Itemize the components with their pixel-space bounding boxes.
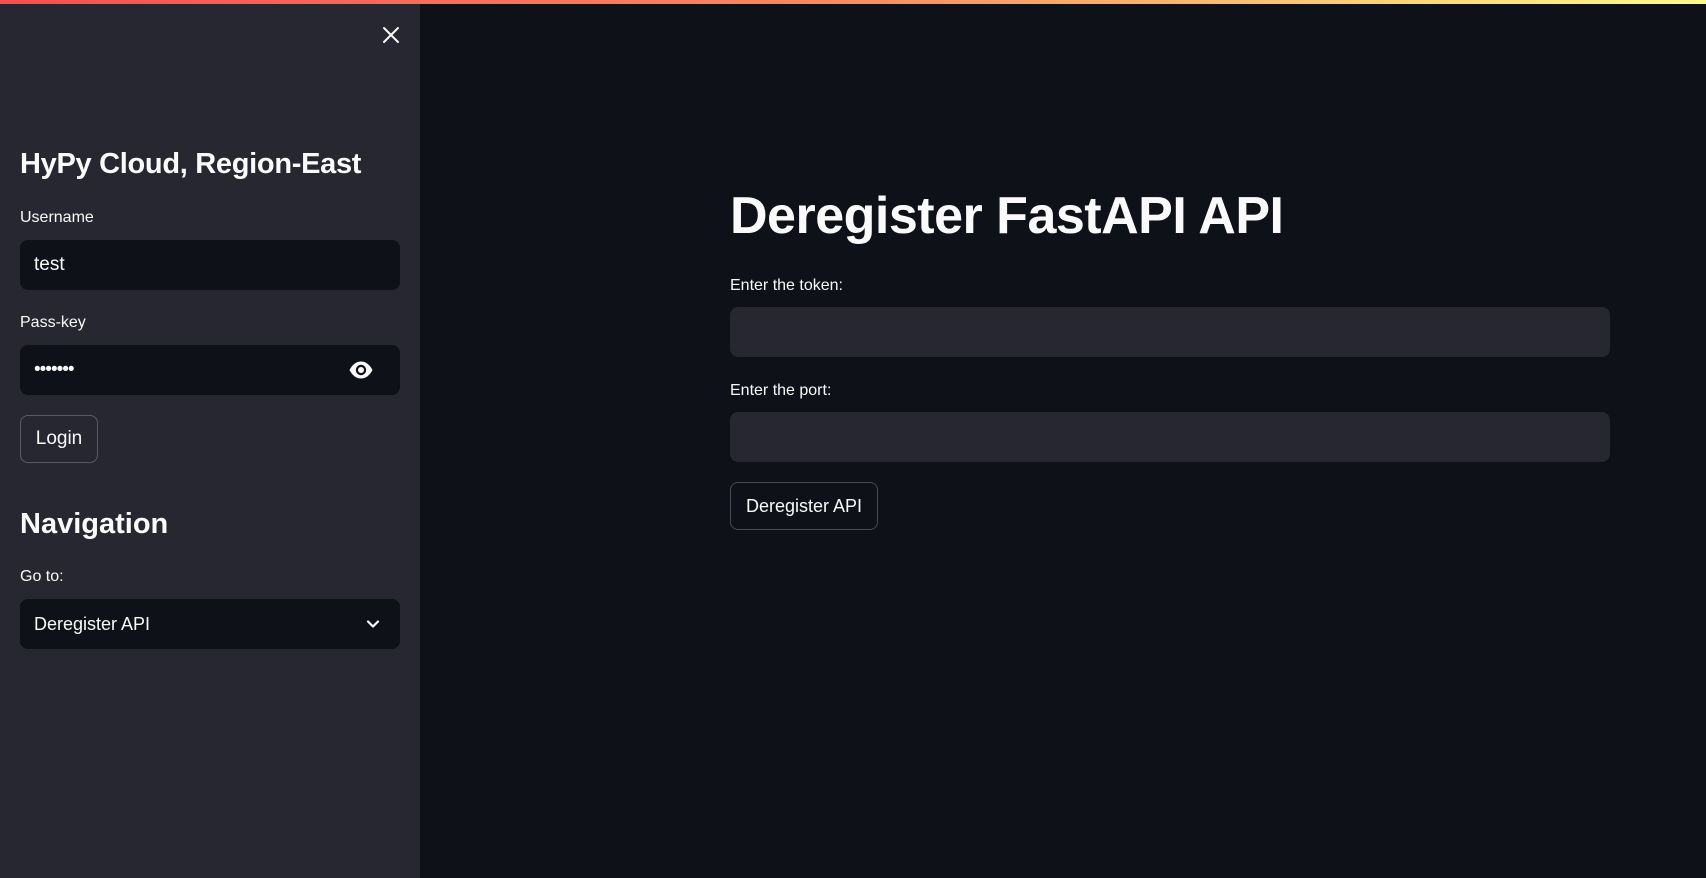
username-value: test bbox=[34, 254, 65, 275]
show-password-button[interactable] bbox=[348, 358, 374, 382]
passkey-value: ••••••• bbox=[34, 359, 75, 380]
username-label: Username bbox=[20, 209, 94, 226]
navigation-title: Navigation bbox=[20, 508, 169, 540]
navigation-select[interactable]: Deregister API bbox=[20, 599, 400, 649]
login-button[interactable]: Login bbox=[20, 415, 98, 463]
port-input[interactable] bbox=[730, 412, 1610, 462]
top-decoration-bar bbox=[0, 0, 1706, 4]
chevron-down-icon bbox=[366, 620, 380, 628]
sidebar: HyPy Cloud, Region-East Username test Pa… bbox=[0, 0, 420, 878]
close-icon bbox=[383, 27, 399, 43]
token-input[interactable] bbox=[730, 307, 1610, 357]
sidebar-title: HyPy Cloud, Region-East bbox=[20, 148, 362, 180]
page-title: Deregister FastAPI API bbox=[730, 187, 1284, 245]
token-label: Enter the token: bbox=[730, 277, 843, 294]
close-sidebar-button[interactable] bbox=[378, 22, 404, 48]
passkey-label: Pass-key bbox=[20, 314, 86, 331]
goto-label: Go to: bbox=[20, 568, 64, 585]
eye-icon bbox=[349, 361, 373, 379]
passkey-input[interactable]: ••••••• bbox=[20, 345, 400, 395]
port-label: Enter the port: bbox=[730, 382, 832, 399]
deregister-api-button[interactable]: Deregister API bbox=[730, 482, 878, 530]
username-input[interactable]: test bbox=[20, 240, 400, 290]
navigation-selected-value: Deregister API bbox=[34, 613, 151, 634]
